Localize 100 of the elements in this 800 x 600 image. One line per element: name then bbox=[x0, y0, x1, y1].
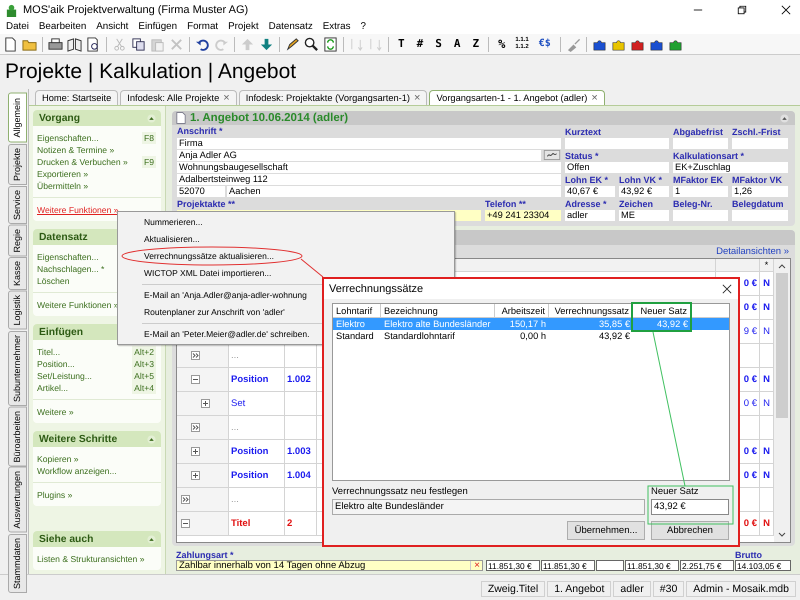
arrow-down-icon[interactable] bbox=[259, 36, 274, 52]
side-tab[interactable]: Logistik bbox=[8, 291, 27, 330]
input-field[interactable] bbox=[732, 210, 788, 221]
expand-icon[interactable] bbox=[191, 447, 200, 456]
menu-item[interactable]: Nummerieren... bbox=[118, 214, 454, 231]
restore-icon[interactable] bbox=[737, 5, 747, 15]
collapse-icon[interactable] bbox=[191, 375, 200, 384]
toolbar-button[interactable]: S bbox=[431, 36, 446, 52]
task-link[interactable]: Set/Leistung... bbox=[37, 370, 92, 382]
payment-field[interactable]: Zahlbar innerhalb von 14 Tagen ohne Abzug × bbox=[176, 560, 483, 571]
magnifier-icon[interactable] bbox=[304, 36, 319, 52]
input-field[interactable] bbox=[732, 138, 788, 149]
task-link[interactable]: Kopieren » bbox=[37, 453, 79, 465]
menu-item[interactable]: Ansicht bbox=[91, 20, 134, 34]
input-field[interactable]: EK+Zuschlag bbox=[673, 162, 788, 173]
task-link[interactable]: Plugins » bbox=[37, 489, 72, 501]
toolbar-button[interactable]: Z bbox=[468, 36, 484, 52]
signature-button-icon[interactable] bbox=[543, 150, 561, 160]
toolbar-button[interactable]: # bbox=[412, 36, 428, 52]
task-link[interactable]: Titel... bbox=[37, 346, 60, 358]
menu-item[interactable]: Extras bbox=[318, 20, 356, 34]
dialog-button[interactable]: Abbrechen bbox=[651, 521, 729, 540]
menu-item[interactable]: Format bbox=[182, 20, 224, 34]
side-tab[interactable]: Stammdaten bbox=[8, 534, 27, 593]
dialog-button[interactable]: Übernehmen... bbox=[567, 521, 645, 540]
collapse-icon[interactable] bbox=[147, 434, 156, 444]
more-icon[interactable] bbox=[191, 351, 200, 360]
task-link[interactable]: Artikel... bbox=[37, 382, 68, 394]
input-field[interactable]: 40,67 € bbox=[565, 186, 615, 197]
menu-item[interactable]: Einfügen bbox=[133, 20, 182, 34]
currency-button[interactable]: €$ bbox=[534, 36, 555, 52]
address-line-field[interactable]: Wohnungsbaugesellschaft bbox=[177, 162, 561, 173]
panel-header[interactable]: Weitere Schritte bbox=[33, 431, 161, 447]
refresh-icon[interactable] bbox=[323, 36, 338, 52]
brush-icon[interactable] bbox=[566, 36, 581, 52]
expand-icon[interactable] bbox=[201, 399, 210, 408]
input-field[interactable]: 1,26 bbox=[732, 186, 788, 197]
document-icon[interactable] bbox=[3, 36, 18, 52]
input-field[interactable] bbox=[673, 138, 728, 149]
close-tab-button[interactable]: × bbox=[414, 92, 420, 104]
menu-item[interactable]: Datensatz bbox=[264, 20, 318, 34]
task-link[interactable]: Drucken & Verbuchen » bbox=[37, 156, 128, 168]
task-link[interactable]: Nachschlagen... * bbox=[37, 263, 104, 275]
menu-item[interactable]: Bearbeiten bbox=[34, 20, 92, 34]
clear-button[interactable]: × bbox=[470, 561, 480, 570]
input-field[interactable]: Offen bbox=[565, 162, 669, 173]
side-tab[interactable]: Subunternehmer bbox=[8, 330, 27, 406]
task-link[interactable]: Übermitteln » bbox=[37, 180, 88, 192]
tab-label[interactable]: Infodesk: Alle Projekte bbox=[127, 93, 220, 103]
input-field[interactable] bbox=[673, 210, 728, 221]
close-icon[interactable] bbox=[722, 284, 732, 294]
close-tab-button[interactable]: × bbox=[591, 92, 598, 104]
panel-header[interactable]: Vorgang bbox=[33, 110, 161, 126]
side-tab[interactable]: Büroarbeiten bbox=[8, 406, 27, 466]
input-field[interactable]: 43,92 € bbox=[619, 186, 669, 197]
input-field[interactable]: 1 bbox=[673, 186, 728, 197]
rate-name-field[interactable]: Elektro alte Bundesländer bbox=[332, 499, 645, 515]
task-link[interactable]: Löschen bbox=[37, 275, 70, 287]
collapse-icon[interactable] bbox=[181, 519, 190, 528]
address-line-field[interactable]: Anja Adler AG bbox=[177, 150, 541, 161]
tab-label[interactable]: Home: Startseite bbox=[42, 93, 112, 103]
close-tab-button[interactable]: × bbox=[223, 92, 230, 104]
menu-item[interactable]: Verrechnungssätze aktualisieren... bbox=[118, 248, 454, 265]
menu-item[interactable]: Datei bbox=[1, 20, 34, 34]
side-tab[interactable]: Allgemein bbox=[8, 93, 27, 143]
side-tab[interactable]: Kasse bbox=[8, 257, 27, 290]
collapse-icon[interactable] bbox=[147, 114, 156, 122]
task-link[interactable]: Eigenschaften... bbox=[37, 132, 99, 144]
scroll-down-icon[interactable] bbox=[777, 531, 787, 539]
address-line-field[interactable]: Firma bbox=[177, 138, 561, 149]
task-link[interactable]: Eigenschaften... bbox=[37, 251, 99, 263]
toolbar-button[interactable]: T bbox=[394, 36, 409, 52]
task-link[interactable]: Exportieren » bbox=[37, 168, 88, 180]
more-icon[interactable] bbox=[191, 423, 200, 432]
task-link[interactable]: Listen & Strukturansichten » bbox=[37, 553, 144, 565]
task-link[interactable]: Notizen & Termine » bbox=[37, 144, 114, 156]
undo-icon[interactable] bbox=[195, 36, 210, 52]
input-field[interactable] bbox=[565, 138, 669, 149]
tab-label[interactable]: Infodesk: Projektakte (Vorgangsarten-1) bbox=[246, 93, 410, 103]
side-tab[interactable]: Auswertungen bbox=[8, 467, 27, 533]
menu-item[interactable]: ? bbox=[356, 20, 371, 34]
menu-item[interactable]: WICTOP XML Datei importieren... bbox=[118, 265, 454, 282]
document-tab[interactable]: Infodesk: Alle Projekte × bbox=[120, 90, 237, 105]
copy-icon[interactable] bbox=[131, 36, 146, 52]
collapse-icon[interactable] bbox=[780, 114, 789, 122]
menu-item[interactable]: Projekt bbox=[223, 20, 264, 34]
expand-icon[interactable] bbox=[191, 471, 200, 480]
input-field[interactable]: +49 241 23304 bbox=[485, 210, 561, 221]
document-tab[interactable]: Vorgangsarten-1 - 1. Angebot (adler) × bbox=[429, 90, 605, 105]
task-link[interactable]: Weitere » bbox=[37, 406, 74, 418]
more-icon[interactable] bbox=[181, 495, 190, 504]
side-tab[interactable]: Projekte bbox=[8, 144, 27, 185]
address-line-field[interactable]: Adalbertsteinweg 112 bbox=[177, 174, 561, 185]
new-rate-field[interactable]: 43,92 € bbox=[651, 499, 729, 515]
scroll-up-icon[interactable] bbox=[777, 262, 787, 270]
document-tab[interactable]: Home: Startseite bbox=[35, 90, 118, 105]
task-link[interactable]: Workflow anzeigen... bbox=[37, 465, 117, 477]
input-field[interactable]: ME bbox=[619, 210, 669, 221]
input-field[interactable]: adler bbox=[565, 210, 615, 221]
pencil-icon[interactable] bbox=[285, 36, 300, 52]
